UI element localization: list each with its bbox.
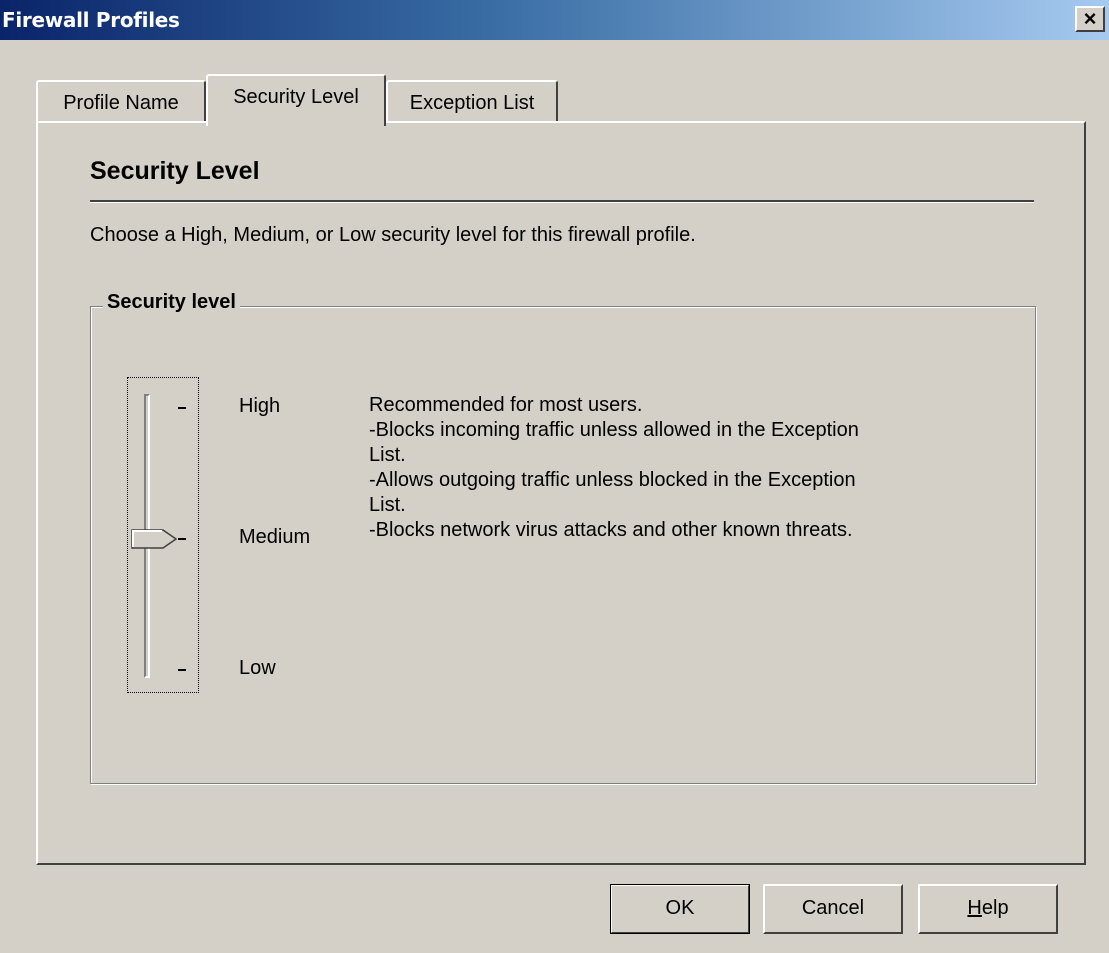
- section-heading: Security Level: [90, 157, 260, 185]
- slider-thumb[interactable]: [131, 529, 177, 549]
- description-line: List.: [369, 494, 406, 516]
- section-description: Choose a High, Medium, or Low security l…: [90, 224, 696, 246]
- tab-profile-name[interactable]: Profile Name: [36, 80, 206, 122]
- tick-medium: [178, 538, 186, 540]
- tab-panel: Security Level Choose a High, Medium, or…: [36, 121, 1086, 865]
- security-level-slider[interactable]: [127, 377, 199, 693]
- description-line: Recommended for most users.: [369, 394, 643, 416]
- heading-divider: [90, 200, 1034, 203]
- tab-exception-list[interactable]: Exception List: [386, 80, 558, 122]
- description-line: -Allows outgoing traffic unless blocked …: [369, 469, 856, 491]
- level-description: Recommended for most users. -Blocks inco…: [369, 393, 1009, 543]
- help-mnemonic: H: [967, 897, 982, 919]
- security-level-group: Security level High Medium Low Recommend…: [90, 291, 1036, 784]
- level-label-medium: Medium: [239, 526, 311, 548]
- help-label: elp: [981, 897, 1009, 919]
- close-icon: ×: [1083, 6, 1097, 31]
- close-button[interactable]: ×: [1075, 6, 1105, 32]
- level-label-high: High: [239, 395, 281, 417]
- description-line: -Blocks network virus attacks and other …: [369, 519, 853, 541]
- description-line: -Blocks incoming traffic unless allowed …: [369, 419, 859, 441]
- window-title: Firewall Profiles: [2, 8, 180, 32]
- description-line: List.: [369, 444, 406, 466]
- title-bar[interactable]: Firewall Profiles ×: [0, 0, 1109, 40]
- tick-low: [178, 669, 186, 671]
- cancel-button[interactable]: Cancel: [763, 884, 903, 934]
- level-label-low: Low: [239, 657, 276, 679]
- tab-security-level[interactable]: Security Level: [206, 74, 386, 126]
- ok-button[interactable]: OK: [610, 884, 750, 934]
- help-button[interactable]: Help: [918, 884, 1058, 934]
- group-label: Security level: [103, 291, 240, 314]
- tick-high: [178, 407, 186, 409]
